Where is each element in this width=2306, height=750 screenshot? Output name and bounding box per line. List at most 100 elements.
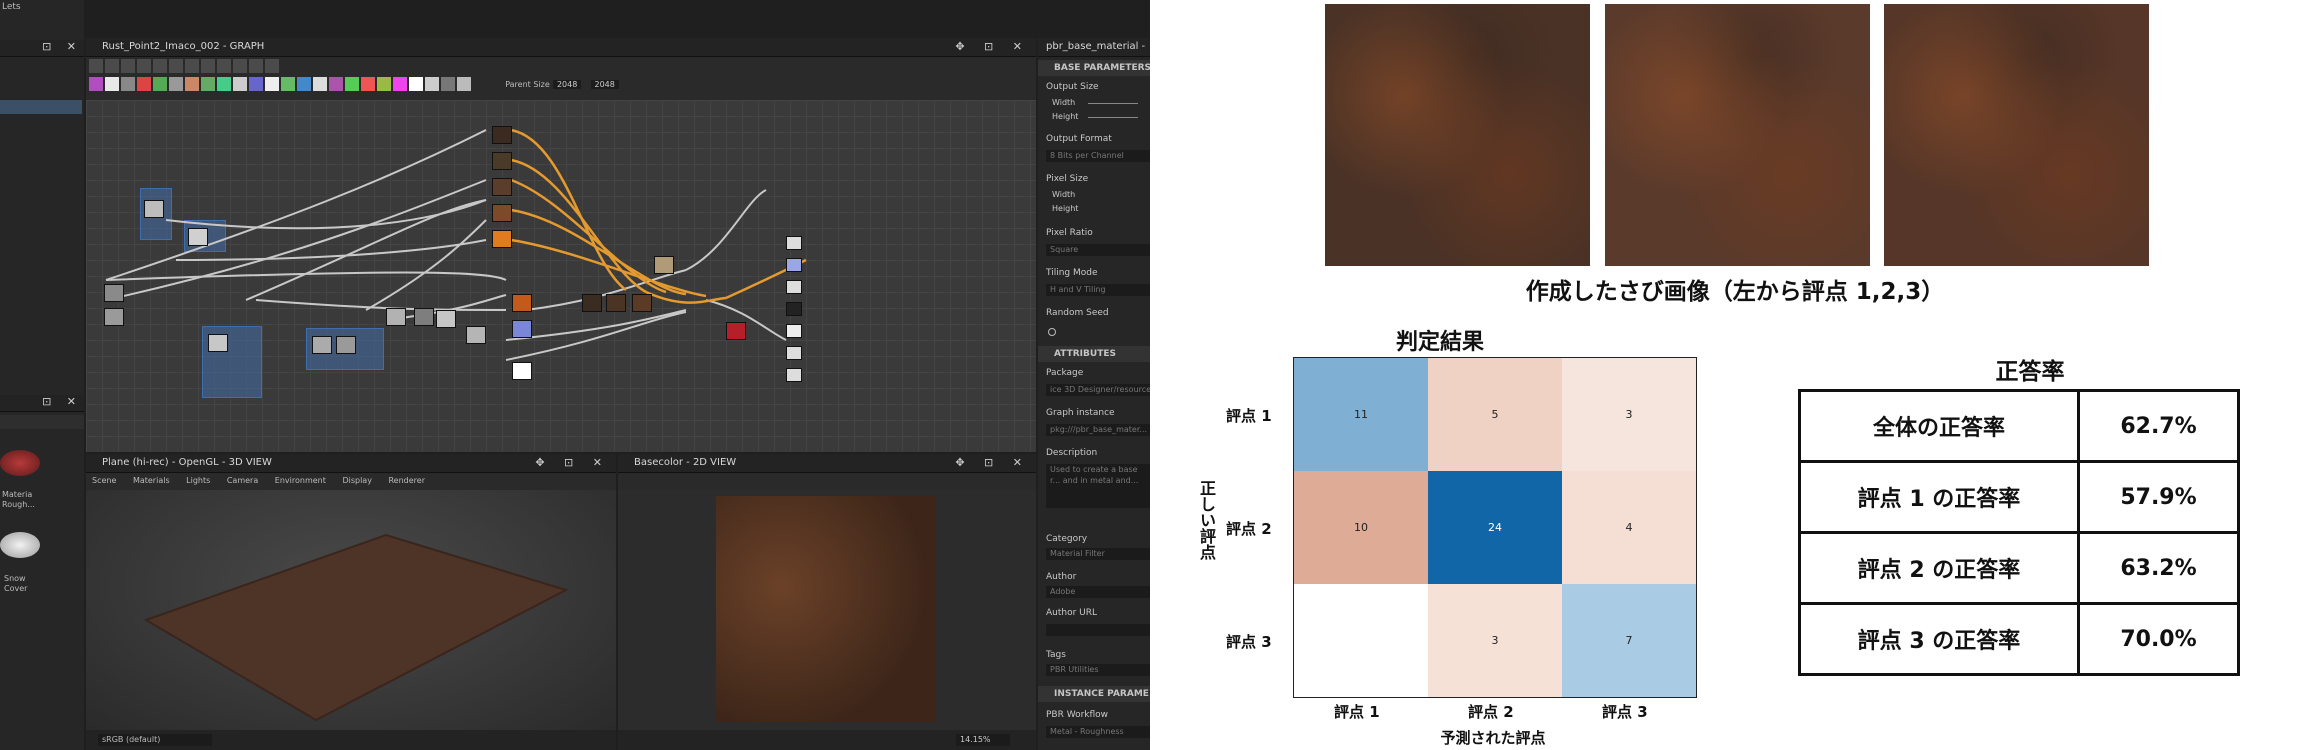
graph-tool-icon[interactable]	[233, 59, 247, 73]
library-header-icons[interactable]: ⊡ ✕	[42, 395, 82, 408]
node-palette-icon[interactable]	[153, 77, 167, 91]
tiling-mode-dropdown[interactable]: H and V Tiling	[1046, 284, 1150, 296]
output-node[interactable]	[786, 368, 802, 382]
graph-node[interactable]	[582, 294, 602, 312]
output-node[interactable]	[786, 302, 802, 316]
graph-tool-icon[interactable]	[169, 59, 183, 73]
node-palette-icon[interactable]	[201, 77, 215, 91]
graph-tool-icon[interactable]	[265, 59, 279, 73]
graph-node[interactable]	[436, 310, 456, 328]
view-3d-menu-item[interactable]: Display	[342, 476, 372, 485]
node-palette-icon[interactable]	[297, 77, 311, 91]
pbr-workflow-dropdown[interactable]: Metal - Roughness	[1046, 726, 1150, 738]
graph-node[interactable]	[492, 152, 512, 170]
node-palette-icon[interactable]	[89, 77, 103, 91]
output-node[interactable]	[786, 346, 802, 360]
base-parameters-section[interactable]: BASE PARAMETERS	[1038, 60, 1150, 76]
explorer-selected-row[interactable]	[0, 100, 82, 114]
second-size-dropdown[interactable]: 2048	[590, 79, 619, 89]
output-node[interactable]	[786, 280, 802, 294]
view-3d-menu-item[interactable]: Camera	[227, 476, 258, 485]
graph-tool-icon[interactable]	[249, 59, 263, 73]
explorer-header-icons[interactable]: ⊡ ✕	[42, 40, 82, 53]
graph-node[interactable]	[512, 362, 532, 380]
graph-instance-field[interactable]: pkg:///pbr_base_mater...	[1046, 424, 1150, 436]
graph-node[interactable]	[492, 230, 512, 248]
tags-field[interactable]: PBR Utilities	[1046, 664, 1150, 676]
graph-tool-icon[interactable]	[217, 59, 231, 73]
node-palette-icon[interactable]	[185, 77, 199, 91]
graph-node[interactable]	[104, 284, 124, 302]
graph-node[interactable]	[208, 334, 228, 352]
node-palette-icon[interactable]	[169, 77, 183, 91]
node-palette-icon[interactable]	[137, 77, 151, 91]
graph-tool-icon[interactable]	[185, 59, 199, 73]
node-palette-icon[interactable]	[377, 77, 391, 91]
library-search-row[interactable]	[0, 415, 84, 429]
graph-node[interactable]	[654, 256, 674, 274]
parent-size-dropdown[interactable]: 2048	[552, 79, 582, 89]
node-palette-icon[interactable]	[105, 77, 119, 91]
package-field[interactable]: ice 3D Designer/resources	[1046, 384, 1150, 396]
node-palette-icon[interactable]	[345, 77, 359, 91]
graph-node[interactable]	[726, 322, 746, 340]
node-palette-icon[interactable]	[313, 77, 327, 91]
output-node[interactable]	[786, 324, 802, 338]
graph-node[interactable]	[512, 294, 532, 312]
pixel-ratio-dropdown[interactable]: Square	[1046, 244, 1150, 256]
view-2d-header-icons[interactable]: ✥ ⊡ ✕	[955, 454, 1030, 472]
node-palette-icon[interactable]	[329, 77, 343, 91]
view-3d-menu-item[interactable]: Scene	[92, 476, 116, 485]
graph-node[interactable]	[414, 308, 434, 326]
view-3d-menu-item[interactable]: Renderer	[388, 476, 425, 485]
node-palette-icon[interactable]	[217, 77, 231, 91]
width-slider[interactable]	[1088, 103, 1138, 104]
view-2d-viewport[interactable]	[618, 490, 1036, 730]
graph-node[interactable]	[466, 326, 486, 344]
node-palette-icon[interactable]	[281, 77, 295, 91]
graph-panel-header-icons[interactable]: ✥ ⊡ ✕	[955, 38, 1030, 56]
graph-tool-icon[interactable]	[201, 59, 215, 73]
graph-node[interactable]	[492, 126, 512, 144]
node-palette-icon[interactable]	[233, 77, 247, 91]
node-palette-icon[interactable]	[393, 77, 407, 91]
view-3d-menu-item[interactable]: Environment	[275, 476, 326, 485]
output-node[interactable]	[786, 236, 802, 250]
node-palette-icon[interactable]	[425, 77, 439, 91]
graph-node[interactable]	[492, 178, 512, 196]
graph-node[interactable]	[492, 204, 512, 222]
graph-node[interactable]	[188, 228, 208, 246]
graph-node[interactable]	[632, 294, 652, 312]
node-palette-icon[interactable]	[361, 77, 375, 91]
node-palette-icon[interactable]	[265, 77, 279, 91]
output-format-dropdown[interactable]: 8 Bits per Channel	[1046, 150, 1150, 162]
graph-tool-icon[interactable]	[137, 59, 151, 73]
graph-node[interactable]	[386, 308, 406, 326]
library-item-label[interactable]: Materia Rough...	[2, 490, 72, 510]
random-seed-slider[interactable]	[1048, 328, 1056, 336]
height-slider[interactable]	[1088, 117, 1138, 118]
node-palette-icon[interactable]	[441, 77, 455, 91]
output-node[interactable]	[786, 258, 802, 272]
graph-node[interactable]	[144, 200, 164, 218]
view-3d-header-icons[interactable]: ✥ ⊡ ✕	[535, 454, 610, 472]
author-url-field[interactable]	[1046, 624, 1150, 636]
node-palette-icon[interactable]	[249, 77, 263, 91]
view-3d-menu-item[interactable]: Lights	[186, 476, 210, 485]
graph-tool-icon[interactable]	[89, 59, 103, 73]
description-field[interactable]: Used to create a base r... and in metal …	[1046, 464, 1150, 508]
material-thumbnail-icon[interactable]	[0, 450, 40, 476]
graph-node[interactable]	[606, 294, 626, 312]
zoom-field[interactable]: 14.15%	[956, 734, 1010, 746]
graph-canvas[interactable]	[86, 100, 1036, 452]
instance-parameters-section[interactable]: INSTANCE PARAME	[1038, 686, 1150, 702]
view-3d-viewport[interactable]	[86, 490, 616, 730]
library-item-label[interactable]: Snow Cover	[4, 574, 74, 594]
graph-tool-icon[interactable]	[121, 59, 135, 73]
category-field[interactable]: Material Filter	[1046, 548, 1150, 560]
node-palette-icon[interactable]	[121, 77, 135, 91]
graph-tool-icon[interactable]	[105, 59, 119, 73]
colorspace-dropdown[interactable]: sRGB (default)	[98, 734, 212, 746]
graph-node[interactable]	[312, 336, 332, 354]
graph-tool-icon[interactable]	[153, 59, 167, 73]
